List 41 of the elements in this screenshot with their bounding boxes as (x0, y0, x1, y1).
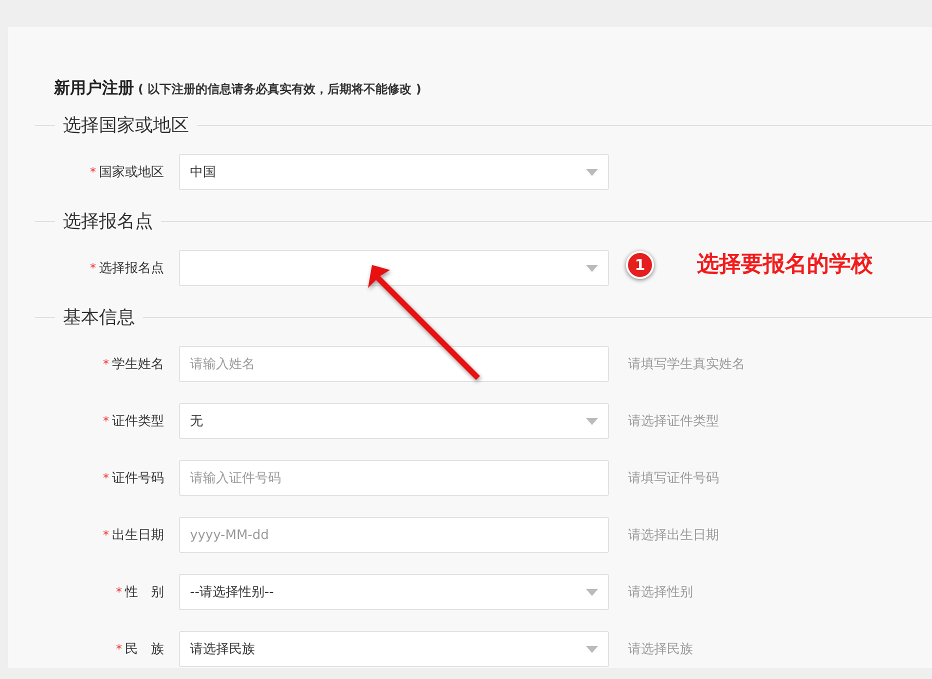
caret-icon (586, 264, 598, 272)
select-field[interactable]: 无 (179, 403, 609, 439)
field-hint: 请选择出生日期 (628, 527, 719, 544)
required-mark: * (103, 528, 109, 542)
caret-icon (586, 646, 598, 652)
field-label: 民 族 (125, 641, 164, 658)
required-mark: * (103, 471, 109, 485)
select-field[interactable]: --请选择性别-- (179, 574, 609, 610)
field-hint: 请选择证件类型 (628, 413, 719, 430)
field-hint: 请选择民族 (628, 641, 693, 658)
field-hint: 请填写学生真实姓名 (628, 356, 745, 373)
form-note: ( 以下注册的信息请务必真实有效，后期将不能修改 ) (138, 81, 422, 98)
caret-icon (586, 418, 598, 424)
field-hint: 请填写证件号码 (628, 470, 719, 487)
input-field[interactable]: yyyy-MM-dd (179, 517, 609, 553)
section-title: 选择报名点 (63, 210, 153, 233)
select-field[interactable]: 请选择民族 (179, 631, 609, 667)
required-mark: * (90, 261, 96, 275)
required-mark: * (116, 642, 122, 656)
section-title: 选择国家或地区 (63, 114, 189, 137)
section-title: 基本信息 (63, 306, 135, 329)
required-mark: * (116, 585, 122, 599)
field-label: 国家或地区 (99, 164, 164, 181)
caret-icon (586, 588, 598, 596)
input-field[interactable]: 请输入证件号码 (179, 460, 609, 496)
field-label: 选择报名点 (99, 260, 164, 277)
field-label: 证件号码 (112, 470, 164, 487)
select-field[interactable] (179, 250, 609, 286)
field-label: 性 别 (125, 584, 164, 601)
required-mark: * (103, 414, 109, 428)
required-mark: * (90, 165, 96, 179)
field-label: 出生日期 (112, 527, 164, 544)
caret-icon (586, 168, 598, 176)
form-title: 新用户注册 (54, 78, 134, 99)
field-hint: 请选择性别 (628, 584, 693, 601)
input-field[interactable]: 请输入姓名 (179, 346, 609, 382)
field-label: 证件类型 (112, 413, 164, 430)
select-field[interactable]: 中国 (179, 154, 609, 190)
required-mark: * (103, 357, 109, 371)
field-label: 学生姓名 (112, 356, 164, 373)
callout-text: 选择要报名的学校 (697, 251, 873, 279)
